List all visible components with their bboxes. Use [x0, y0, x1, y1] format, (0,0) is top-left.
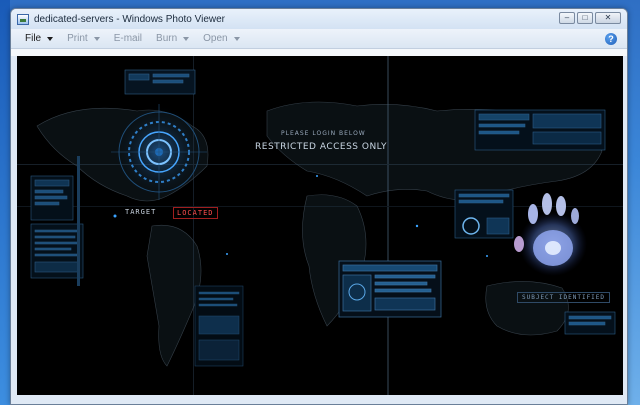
help-icon[interactable]: ?: [605, 33, 617, 45]
displayed-photo: PLEASE LOGIN BELOW RESTRICTED ACCESS ONL…: [17, 56, 623, 397]
open-menu[interactable]: Open: [203, 33, 240, 44]
hud-world-map-art: [17, 56, 623, 397]
photo-viewer-window: dedicated-servers - Windows Photo Viewer…: [10, 8, 628, 405]
hud-panel-right: [454, 189, 514, 239]
hud-panel-lower-left: [194, 285, 244, 367]
open-menu-label: Open: [203, 33, 228, 44]
print-menu[interactable]: Print: [67, 33, 100, 44]
hud-panel-left: [30, 156, 84, 286]
window-controls: – □ ✕: [559, 12, 621, 24]
burn-menu[interactable]: Burn: [156, 33, 190, 44]
chevron-down-icon: [183, 36, 190, 41]
maximize-button[interactable]: □: [577, 12, 593, 24]
title-bar[interactable]: dedicated-servers - Windows Photo Viewer…: [11, 9, 627, 29]
email-button[interactable]: E-mail: [114, 33, 142, 44]
hud-panel-center: [338, 260, 442, 318]
subject-identified-label: SUBJECT IDENTIFIED: [517, 292, 611, 303]
command-bar: File Print E-mail Burn Open ?: [11, 29, 627, 49]
desktop-background: [0, 0, 10, 405]
chevron-down-icon: [233, 36, 240, 41]
restricted-access-text: RESTRICTED ACCESS ONLY: [255, 142, 387, 152]
burn-menu-label: Burn: [156, 33, 178, 44]
email-label: E-mail: [113, 33, 143, 44]
close-button[interactable]: ✕: [595, 12, 621, 24]
chevron-down-icon: [93, 36, 100, 41]
minimize-button[interactable]: –: [559, 12, 575, 24]
hud-panel-top-left: [124, 69, 196, 95]
photo-viewer-app-icon: [17, 13, 29, 25]
login-prompt-text: PLEASE LOGIN BELOW: [281, 130, 366, 137]
handprint-scan: [514, 193, 587, 276]
target-label: TARGET: [125, 208, 157, 216]
file-menu-label: File: [25, 33, 42, 44]
file-menu[interactable]: File: [25, 33, 54, 44]
viewer-frame-strip: [11, 49, 627, 56]
print-menu-label: Print: [67, 33, 88, 44]
targeting-reticle: [111, 104, 207, 200]
located-badge: LOCATED: [173, 207, 218, 219]
hud-panel-top-right: [474, 109, 606, 151]
window-title: dedicated-servers - Windows Photo Viewer: [34, 13, 226, 25]
hud-panel-bottom-right: [564, 311, 616, 335]
viewer-bottom-bar: [11, 395, 627, 404]
chevron-down-icon: [47, 36, 54, 41]
